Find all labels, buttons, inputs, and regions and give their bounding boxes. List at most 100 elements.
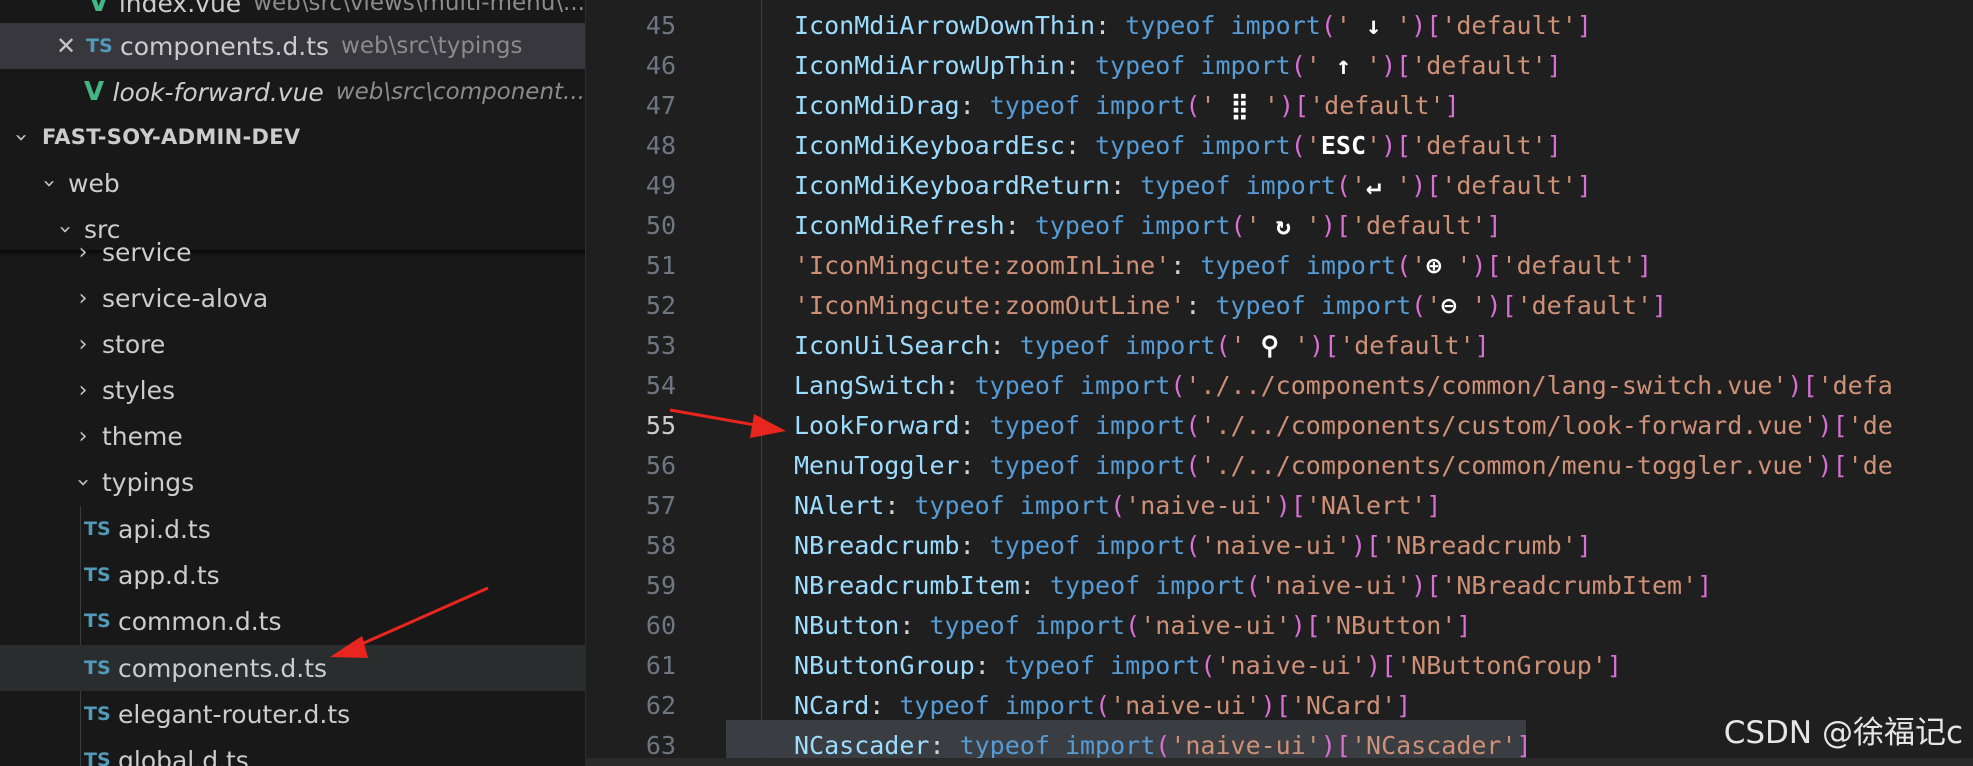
code-line[interactable]: 56 MenuToggler: typeof import('./../compo…	[586, 445, 1973, 485]
project-section-header[interactable]: › FAST-SOY-ADMIN-DEV	[0, 114, 585, 160]
keyword-import: import	[1230, 10, 1321, 40]
keyword-typeof: typeof	[989, 530, 1080, 560]
keyword-typeof: typeof	[1095, 130, 1186, 160]
code-text: NAlert: typeof import('naive-ui')['NAler…	[794, 490, 1442, 520]
code-line[interactable]: 52 'IconMingcute:zoomOutLine': typeof imp…	[586, 285, 1973, 325]
code-text: IconUilSearch: typeof import(' ⚲ ')['def…	[794, 330, 1490, 360]
tree-folder-styles[interactable]: › styles	[0, 367, 585, 413]
vue-icon: V	[88, 0, 109, 18]
chevron-right-icon: ›	[78, 285, 88, 311]
code-text: NBreadcrumb: typeof import('naive-ui')['…	[794, 530, 1592, 560]
export-key: 'defa	[1817, 370, 1893, 400]
chevron-right-icon: ›	[78, 331, 88, 357]
tree-folder-typings[interactable]: › typings	[0, 459, 585, 505]
vue-icon: V	[83, 77, 105, 107]
horizontal-scrollbar[interactable]	[586, 758, 1973, 766]
keyword-typeof: typeof	[929, 610, 1020, 640]
tree-label: service-alova	[102, 283, 269, 313]
icon-preview-glyph: ↑	[1320, 50, 1367, 80]
tree-folder-service[interactable]: › service	[0, 232, 585, 272]
tree-file[interactable]: TS app.d.ts	[0, 552, 585, 598]
code-line[interactable]: 49 IconMdiKeyboardReturn: typeof import('…	[586, 165, 1973, 205]
code-line[interactable]: 59 NBreadcrumbItem: typeof import('naive-…	[586, 565, 1973, 605]
chevron-right-icon: ›	[78, 239, 88, 265]
property-name: 'IconMingcute:zoomOutLine'	[794, 290, 1186, 320]
import-path: 'naive-ui'	[1140, 610, 1291, 640]
code-text: IconMdiArrowUpThin: typeof import(' ↑ ')…	[794, 50, 1562, 80]
property-name: NButtonGroup	[794, 650, 975, 680]
tree-folder-web[interactable]: › web	[0, 160, 585, 206]
tree-file[interactable]: TS global.d.ts	[0, 737, 585, 766]
code-line[interactable]: 60 NButton: typeof import('naive-ui')['NB…	[586, 605, 1973, 645]
code-line[interactable]: 61 NButtonGroup: typeof import('naive-ui'…	[586, 645, 1973, 685]
code-line[interactable]: 46 IconMdiArrowUpThin: typeof import(' ↑ …	[586, 45, 1973, 85]
export-key: 'default'	[1411, 130, 1547, 160]
export-key: 'de	[1847, 410, 1893, 440]
line-number: 62	[645, 690, 676, 720]
code-text: IconMdiRefresh: typeof import(' ↻ ')['de…	[794, 210, 1502, 240]
tree-label: store	[102, 329, 166, 359]
keyword-import: import	[1110, 650, 1201, 680]
code-editor[interactable]: 45 IconMdiArrowDownThin: typeof import(' …	[586, 0, 1973, 766]
keyword-typeof: typeof	[989, 450, 1080, 480]
keyword-typeof: typeof	[1034, 210, 1126, 240]
property-name: LangSwitch	[794, 370, 945, 400]
tree-label: web	[68, 168, 120, 198]
code-line[interactable]: 57 NAlert: typeof import('naive-ui')['NAl…	[586, 485, 1973, 525]
code-line[interactable]: 48 IconMdiKeyboardEsc: typeof import('ESC…	[586, 125, 1973, 165]
code-line[interactable]: 45 IconMdiArrowDownThin: typeof import(' …	[586, 5, 1973, 45]
line-number: 51	[645, 250, 676, 280]
tree-file[interactable]: TS api.d.ts	[0, 506, 585, 552]
line-number: 50	[645, 210, 676, 240]
line-number: 54	[645, 370, 676, 400]
code-text: IconMdiKeyboardEsc: typeof import('ESC')…	[794, 130, 1562, 160]
code-line[interactable]: 53 IconUilSearch: typeof import(' ⚲ ')['d…	[586, 325, 1973, 365]
property-name: IconMdiArrowDownThin	[794, 10, 1096, 40]
open-editor-path: web\src\typings	[341, 33, 523, 59]
code-line[interactable]: 55 LookForward: typeof import('./../compo…	[586, 405, 1973, 445]
tree-file[interactable]: TS common.d.ts	[0, 598, 585, 644]
export-key: 'default'	[1441, 10, 1577, 40]
code-line[interactable]: 54 LangSwitch: typeof import('./../compon…	[586, 365, 1973, 405]
export-key: 'NButtonGroup'	[1396, 650, 1607, 680]
icon-preview-glyph: ↻	[1260, 210, 1306, 240]
export-key: 'default'	[1350, 210, 1487, 240]
code-line[interactable]: 58 NBreadcrumb: typeof import('naive-ui')…	[586, 525, 1973, 565]
code-text: NCascader: typeof import('naive-ui')['NC…	[794, 730, 1532, 760]
tree-folder-theme[interactable]: › theme	[0, 413, 585, 459]
code-line[interactable]: 47 IconMdiDrag: typeof import(' ⣿ ')['def…	[586, 85, 1973, 125]
tree-label: api.d.ts	[118, 514, 211, 544]
open-editor-path: web\src\component...	[335, 79, 585, 105]
tree-file[interactable]: TS elegant-router.d.ts	[0, 691, 585, 737]
property-name: IconMdiArrowUpThin	[794, 50, 1065, 80]
keyword-typeof: typeof	[1125, 10, 1216, 40]
keyword-import: import	[1095, 530, 1186, 560]
export-key: 'default'	[1501, 250, 1637, 280]
ts-icon: TS	[86, 35, 113, 57]
line-number: 53	[645, 330, 676, 360]
tree-label: global.d.ts	[118, 745, 249, 766]
property-name: IconMdiRefresh	[794, 210, 1005, 240]
chevron-down-icon: ›	[36, 178, 62, 188]
code-text: LangSwitch: typeof import('./../componen…	[794, 370, 1893, 400]
code-line[interactable]: 51 'IconMingcute:zoomInLine': typeof impo…	[586, 245, 1973, 285]
property-name: NCard	[794, 690, 870, 720]
open-editor-item-active[interactable]: ✕ TS components.d.ts web\src\typings	[0, 23, 585, 69]
tree-folder-store[interactable]: › store	[0, 321, 585, 367]
export-key: 'NButton'	[1320, 610, 1457, 640]
code-line[interactable]: 50 IconMdiRefresh: typeof import(' ↻ ')['…	[586, 205, 1973, 245]
tree-folder-service-alova[interactable]: › service-alova	[0, 275, 585, 321]
export-key: 'NBreadcrumbItem'	[1441, 570, 1698, 600]
code-text: NCard: typeof import('naive-ui')['NCard'…	[794, 690, 1412, 720]
export-key: 'default'	[1339, 330, 1475, 360]
keyword-import: import	[1125, 330, 1216, 360]
keyword-typeof: typeof	[1140, 170, 1231, 200]
keyword-import: import	[1320, 290, 1412, 320]
close-icon[interactable]: ✕	[46, 32, 86, 60]
tree-file-selected[interactable]: TS components.d.ts	[0, 645, 585, 691]
tree-label: common.d.ts	[118, 606, 282, 636]
code-text: IconMdiDrag: typeof import(' ⣿ ')['defau…	[794, 90, 1460, 120]
open-editor-item[interactable]: V look-forward.vue web\src\component...	[0, 69, 585, 115]
open-editor-path: web\src\views\multi-menu\...	[253, 0, 585, 16]
property-name: MenuToggler	[794, 450, 960, 480]
